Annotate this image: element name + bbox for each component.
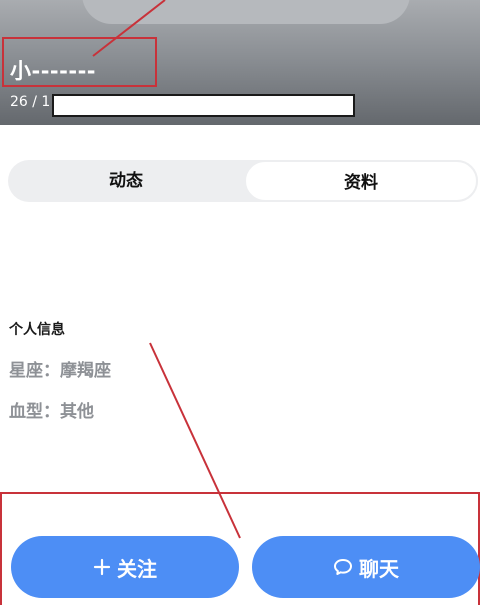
follow-button-label: 关注 [117,556,157,581]
chat-bubble-icon [333,558,353,576]
tab-ziliao[interactable]: 资料 [244,160,478,202]
tab-dongtai[interactable]: 动态 [8,160,244,202]
plus-icon [93,558,111,576]
profile-screen: 小------- 26 / 1 动态 资料 个人信息 星座：摩羯座 血型：其他 … [0,0,480,605]
constellation-info: 星座：摩羯座 [9,361,111,381]
blood-type-info: 血型：其他 [9,402,94,422]
name-annotation-box [2,37,157,87]
personal-info-title: 个人信息 [9,322,65,338]
follow-button[interactable]: 关注 [11,536,239,598]
profile-header: 小------- 26 / 1 [0,0,480,125]
chat-button[interactable]: 聊天 [252,536,480,598]
chat-button-label: 聊天 [359,556,399,581]
profile-tabs: 动态 资料 [8,160,478,202]
redaction-box [52,94,355,117]
profile-meta: 26 / 1 [10,94,51,110]
header-decoration [82,0,410,24]
